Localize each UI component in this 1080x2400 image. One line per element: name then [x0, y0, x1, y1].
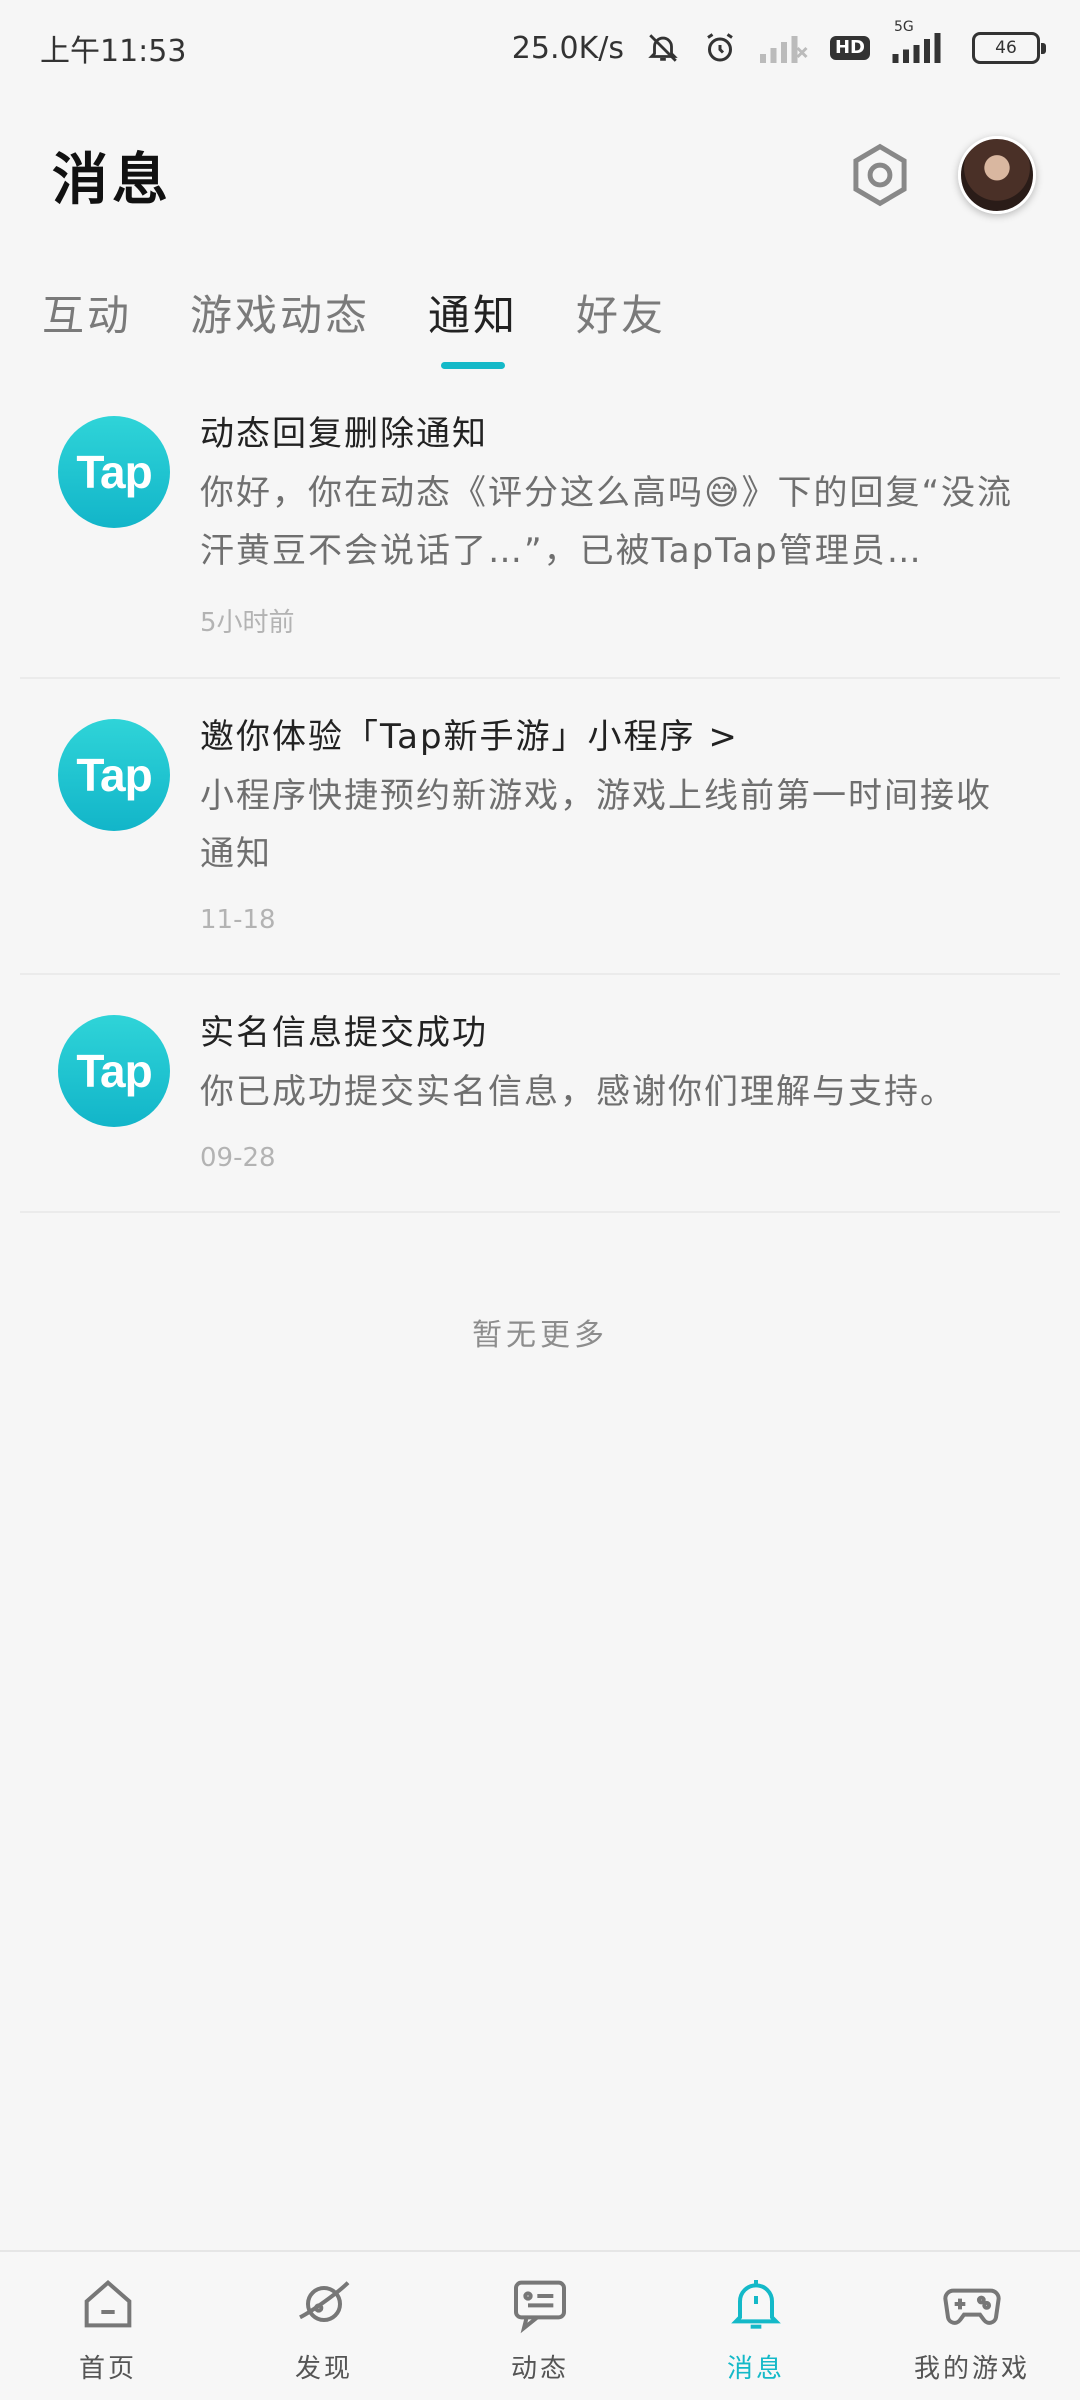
planet-icon: [299, 2281, 350, 2322]
taptap-logo: Tap: [58, 416, 170, 528]
tab-notifications[interactable]: 通知: [428, 270, 518, 380]
status-time: 上午11:53: [40, 34, 187, 69]
tab-label: 游戏动态: [190, 291, 371, 340]
signal-5g-icon: 5G: [892, 19, 950, 63]
nav-my-games[interactable]: 我的游戏: [872, 2272, 1072, 2385]
bell-icon: [731, 2280, 781, 2329]
tab-label: 好友: [576, 291, 667, 340]
bottom-nav: 首页 发现 动态 消息 我的游戏: [0, 2250, 1080, 2400]
notification-body: 动态回复删除通知 你好，你在动态《评分这么高吗😅》下的回复“没流汗黄豆不会说话了…: [200, 410, 1016, 677]
tab-active-indicator: [441, 362, 506, 369]
notification-body: 实名信息提交成功 你已成功提交实名信息，感谢你们理解与支持。 09-28: [200, 1009, 1016, 1211]
nav-label: 首页: [78, 2354, 137, 2384]
message-card-icon: [514, 2280, 566, 2334]
nav-feed[interactable]: 动态: [440, 2272, 640, 2385]
notification-list: Tap 动态回复删除通知 你好，你在动态《评分这么高吗😅》下的回复“没流汗黄豆不…: [0, 400, 1080, 1213]
notification-text: 小程序快捷预约新游戏，游戏上线前第一时间接收通知: [200, 776, 992, 874]
tab-label: 互动: [42, 291, 133, 340]
taptap-logo: Tap: [58, 719, 170, 831]
nav-messages[interactable]: 消息: [656, 2272, 856, 2385]
nav-label: 消息: [726, 2354, 785, 2384]
tab-label: 通知: [428, 291, 519, 340]
notification-title: 动态回复删除通知: [200, 414, 488, 454]
bell-muted-icon: [646, 31, 680, 65]
header-actions: [844, 136, 1036, 214]
signal-weak-icon: [759, 33, 808, 63]
notification-title: 邀你体验「Tap新手游」小程序 >: [200, 717, 739, 757]
no-more-text: 暂无更多: [472, 1318, 608, 1353]
taptap-logo: Tap: [58, 1015, 170, 1127]
notification-title: 实名信息提交成功: [200, 1013, 488, 1053]
notification-time: 5小时前: [200, 608, 295, 638]
header: 消息: [0, 120, 1080, 230]
gamepad-icon: [943, 2288, 1001, 2325]
notification-item[interactable]: Tap 邀你体验「Tap新手游」小程序 > 小程序快捷预约新游戏，游戏上线前第一…: [20, 679, 1060, 975]
net-speed: 25.0K/s: [511, 30, 624, 66]
notification-time: 11-18: [200, 905, 276, 935]
status-icons: 25.0K/s HD 5G 46: [511, 19, 1046, 66]
screen: 上午11:53 25.0K/s HD 5G 46 消息 互动 游戏动态 通知 好…: [0, 0, 1080, 2400]
battery-icon: 46: [972, 32, 1046, 64]
notification-item[interactable]: Tap 实名信息提交成功 你已成功提交实名信息，感谢你们理解与支持。 09-28: [20, 975, 1060, 1213]
status-bar: 上午11:53 25.0K/s HD 5G 46: [0, 0, 1080, 96]
tab-interaction[interactable]: 互动: [42, 270, 132, 380]
notification-text: 你已成功提交实名信息，感谢你们理解与支持。: [200, 1072, 956, 1112]
notification-text: 你好，你在动态《评分这么高吗😅》下的回复“没流汗黄豆不会说话了…”，已被TapT…: [200, 473, 1014, 571]
nav-discover[interactable]: 发现: [224, 2272, 424, 2385]
tab-friends[interactable]: 好友: [576, 270, 666, 380]
tab-bar: 互动 游戏动态 通知 好友: [0, 270, 1080, 380]
network-type: 5G: [894, 19, 914, 35]
settings-hexagon-icon: [853, 143, 907, 207]
notification-time: 09-28: [200, 1143, 276, 1173]
tab-game-news[interactable]: 游戏动态: [190, 270, 370, 380]
settings-button[interactable]: [844, 139, 916, 211]
nav-home[interactable]: 首页: [8, 2272, 208, 2385]
battery-level: 46: [995, 38, 1017, 58]
hd-badge: HD: [829, 36, 870, 60]
avatar[interactable]: [958, 136, 1036, 214]
notification-item[interactable]: Tap 动态回复删除通知 你好，你在动态《评分这么高吗😅》下的回复“没流汗黄豆不…: [20, 400, 1060, 679]
alarm-icon: [702, 30, 738, 66]
nav-label: 发现: [294, 2354, 353, 2384]
home-icon: [84, 2280, 132, 2328]
notification-body: 邀你体验「Tap新手游」小程序 > 小程序快捷预约新游戏，游戏上线前第一时间接收…: [200, 713, 1016, 973]
page-title: 消息: [52, 147, 172, 213]
nav-label: 动态: [510, 2354, 569, 2384]
nav-label: 我的游戏: [913, 2354, 1030, 2384]
